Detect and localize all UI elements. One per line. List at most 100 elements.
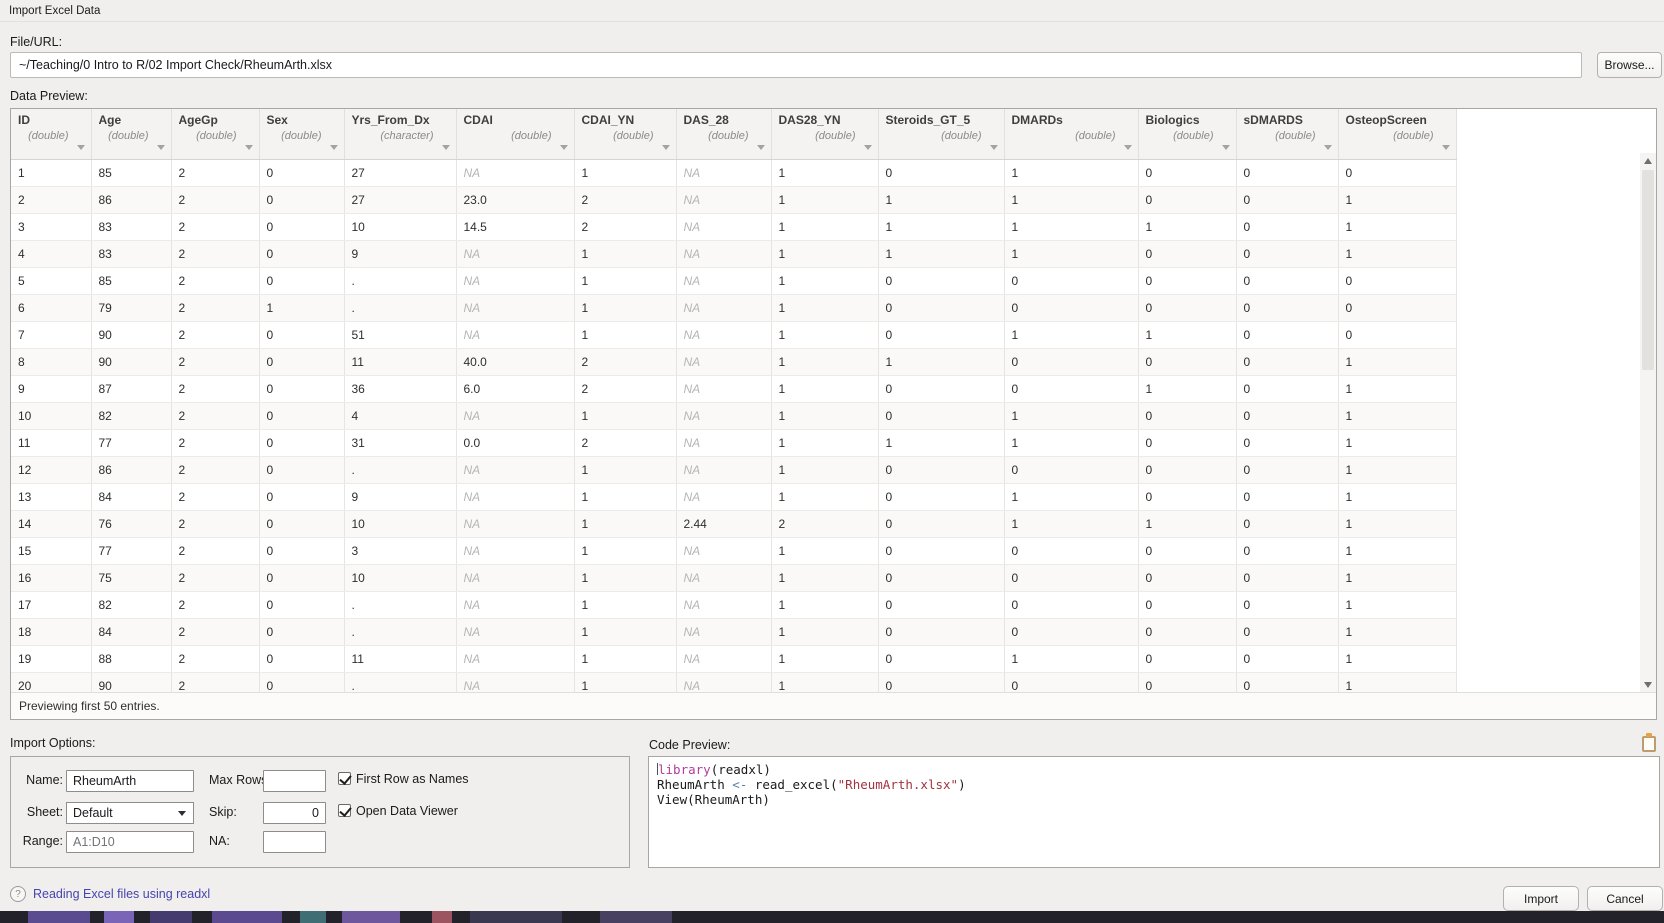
column-type-menu-icon[interactable] xyxy=(245,145,253,150)
table-cell: 2 xyxy=(171,187,259,214)
table-cell: 14.5 xyxy=(456,214,574,241)
table-cell: 1 xyxy=(1138,511,1236,538)
table-cell: NA xyxy=(676,403,771,430)
import-button[interactable]: Import xyxy=(1503,886,1579,911)
table-cell: 0 xyxy=(1236,403,1338,430)
column-type: (double) xyxy=(684,130,765,142)
code-line: RheumArth <- read_excel("RheumArth.xlsx"… xyxy=(657,777,1651,792)
table-cell: 0 xyxy=(259,241,344,268)
table-cell: 1 xyxy=(771,187,878,214)
table-cell: 1 xyxy=(574,511,676,538)
code-token: ) xyxy=(958,777,966,792)
column-type-menu-icon[interactable] xyxy=(1442,145,1450,150)
table-row: 117720310.02NA111001 xyxy=(11,430,1456,457)
vertical-scrollbar[interactable] xyxy=(1640,153,1656,693)
table-cell: 0 xyxy=(259,376,344,403)
dialog-titlebar: Import Excel Data xyxy=(0,0,1664,22)
table-cell: 75 xyxy=(91,565,171,592)
table-cell: 77 xyxy=(91,430,171,457)
table-row: 286202723.02NA111001 xyxy=(11,187,1456,214)
column-type-menu-icon[interactable] xyxy=(662,145,670,150)
scrollbar-down-icon[interactable] xyxy=(1644,682,1652,688)
range-input[interactable] xyxy=(66,831,194,853)
table-cell: NA xyxy=(456,484,574,511)
table-cell: 1 xyxy=(1338,538,1456,565)
chevron-down-icon xyxy=(178,811,186,816)
table-cell: . xyxy=(344,268,456,295)
table-cell: 0.0 xyxy=(456,430,574,457)
column-type-menu-icon[interactable] xyxy=(990,145,998,150)
table-cell: 0 xyxy=(1138,187,1236,214)
column-type-menu-icon[interactable] xyxy=(330,145,338,150)
column-header-Yrs_From_Dx: Yrs_From_Dx(character) xyxy=(344,109,456,160)
table-cell: NA xyxy=(456,403,574,430)
table-cell: 0 xyxy=(259,646,344,673)
table-cell: 2 xyxy=(171,538,259,565)
code-preview-editor[interactable]: library(readxl)RheumArth <- read_excel("… xyxy=(648,756,1660,868)
table-cell: 0 xyxy=(1236,646,1338,673)
column-type-menu-icon[interactable] xyxy=(864,145,872,150)
column-name: DMARDs xyxy=(1012,113,1132,127)
help-link[interactable]: ? Reading Excel files using readxl xyxy=(10,886,210,902)
table-cell: 1 xyxy=(878,214,1004,241)
column-type-menu-icon[interactable] xyxy=(157,145,165,150)
table-cell: 1 xyxy=(1004,214,1138,241)
table-cell: 18 xyxy=(11,619,91,646)
copy-to-clipboard-icon[interactable] xyxy=(1642,736,1656,752)
table-row: 7902051NA1NA101100 xyxy=(11,322,1456,349)
table-cell: 83 xyxy=(91,214,171,241)
table-cell: 1 xyxy=(574,268,676,295)
scrollbar-thumb[interactable] xyxy=(1642,170,1654,370)
table-cell: 1 xyxy=(771,484,878,511)
table-cell: 2 xyxy=(574,214,676,241)
table-cell: 1 xyxy=(1338,484,1456,511)
browse-button[interactable]: Browse... xyxy=(1597,52,1662,78)
table-cell: 2 xyxy=(11,187,91,214)
column-type-menu-icon[interactable] xyxy=(1124,145,1132,150)
table-cell: 2 xyxy=(574,430,676,457)
column-type-menu-icon[interactable] xyxy=(77,145,85,150)
table-cell: 0 xyxy=(259,187,344,214)
table-cell: 0 xyxy=(878,511,1004,538)
file-url-input[interactable] xyxy=(10,52,1582,78)
table-cell: 1 xyxy=(1004,241,1138,268)
import-options-panel: Name: Max Rows: First Row as Names Sheet… xyxy=(10,756,630,868)
table-cell: 1 xyxy=(771,619,878,646)
column-type-menu-icon[interactable] xyxy=(560,145,568,150)
table-cell: 0 xyxy=(259,511,344,538)
column-type-menu-icon[interactable] xyxy=(1324,145,1332,150)
open-data-viewer-checkbox[interactable] xyxy=(338,804,351,817)
table-cell: 0 xyxy=(1004,295,1138,322)
table-cell: NA xyxy=(676,430,771,457)
table-row: 67921.NA1NA100000 xyxy=(11,295,1456,322)
column-header-DAS_28: DAS_28(double) xyxy=(676,109,771,160)
table-cell: NA xyxy=(676,295,771,322)
scrollbar-up-icon[interactable] xyxy=(1644,158,1652,164)
sheet-select[interactable]: Default xyxy=(66,802,194,824)
table-cell: 1 xyxy=(574,592,676,619)
table-cell: 0 xyxy=(259,538,344,565)
table-cell: 2 xyxy=(171,160,259,187)
table-cell: 11 xyxy=(344,646,456,673)
table-cell: 10 xyxy=(344,511,456,538)
table-cell: 0 xyxy=(878,565,1004,592)
code-token: <- xyxy=(732,777,747,792)
name-input[interactable] xyxy=(66,770,194,792)
max-rows-input[interactable] xyxy=(263,770,326,792)
first-row-as-names-checkbox[interactable] xyxy=(338,772,351,785)
na-input[interactable] xyxy=(263,831,326,853)
table-cell: 1 xyxy=(771,376,878,403)
skip-input[interactable] xyxy=(263,802,326,824)
table-cell: 0 xyxy=(1138,241,1236,268)
table-cell: 1 xyxy=(574,457,676,484)
cancel-button[interactable]: Cancel xyxy=(1587,886,1663,911)
table-cell: NA xyxy=(456,565,574,592)
table-cell: 1 xyxy=(771,295,878,322)
table-cell: 90 xyxy=(91,322,171,349)
table-cell: 0 xyxy=(1138,403,1236,430)
column-type-menu-icon[interactable] xyxy=(757,145,765,150)
table-cell: 0 xyxy=(1236,187,1338,214)
column-type-menu-icon[interactable] xyxy=(442,145,450,150)
column-type-menu-icon[interactable] xyxy=(1222,145,1230,150)
table-cell: 0 xyxy=(878,160,1004,187)
